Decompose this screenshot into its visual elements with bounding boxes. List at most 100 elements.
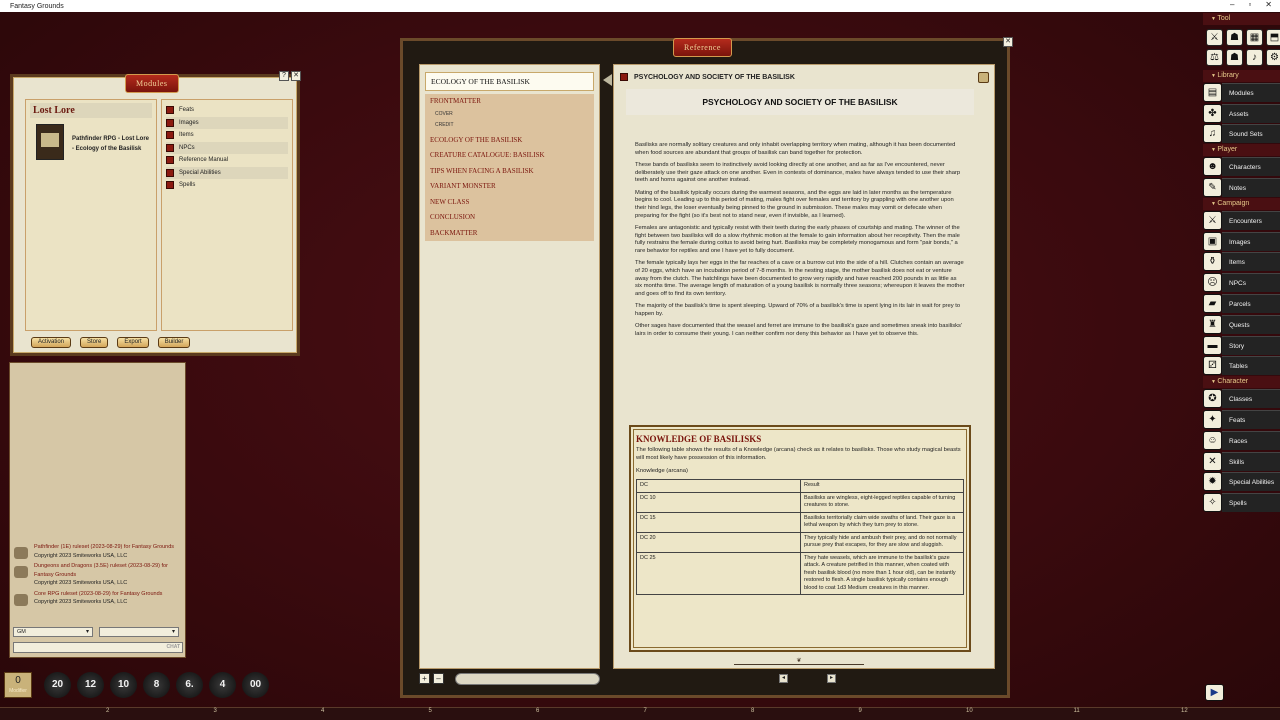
die-icon[interactable]: 00 — [242, 672, 269, 698]
mode-select[interactable] — [99, 627, 179, 637]
items-icon: ⚱ — [1203, 252, 1222, 271]
sidebar-item-feats[interactable]: ✦Feats — [1203, 409, 1280, 430]
play-icon[interactable]: ▶ — [1205, 684, 1224, 701]
sidebar-item-sound-sets[interactable]: ♫Sound Sets — [1203, 124, 1280, 145]
close-icon[interactable]: ✕ — [1003, 37, 1013, 47]
search-input[interactable] — [455, 673, 600, 685]
remove-button[interactable]: – — [433, 673, 444, 684]
sidebar-item-characters[interactable]: ☻Characters — [1203, 156, 1280, 177]
knowledge-box: KNOWLEDGE OF BASILISKS The following tab… — [629, 425, 971, 652]
module-content-item[interactable]: NPCs — [166, 142, 288, 155]
tool-icon[interactable]: ⬒ — [1266, 29, 1280, 46]
close-icon[interactable]: ✕ — [1265, 0, 1272, 9]
toc-item[interactable]: FRONTMATTER — [425, 94, 594, 110]
sidebar-item-modules[interactable]: ▤Modules — [1203, 82, 1280, 103]
table-cell-result: Basilisks are wingless, eight-legged rep… — [801, 492, 964, 512]
sidebar-item-story[interactable]: ▬Story — [1203, 335, 1280, 356]
sidebar-item-parcels[interactable]: ▰Parcels — [1203, 293, 1280, 314]
toc-item[interactable]: VARIANT MONSTER — [425, 179, 594, 195]
sidebar-item-classes[interactable]: ✪Classes — [1203, 388, 1280, 409]
sidebar-section-player[interactable]: Player — [1203, 144, 1280, 156]
die-icon[interactable]: 8 — [143, 672, 170, 698]
toc-selected-chapter[interactable]: Ecology of the Basilisk — [425, 72, 594, 91]
sidebar-item-quests[interactable]: ♜Quests — [1203, 314, 1280, 335]
chat-input[interactable]: CHAT — [13, 642, 183, 653]
prev-page-button[interactable]: ◂ — [779, 674, 788, 683]
tool-icon[interactable]: ⚙ — [1266, 49, 1280, 66]
chat-message-copyright: Copyright 2023 Smiteworks USA, LLC — [34, 598, 182, 607]
tables-icon: ⚂ — [1203, 356, 1222, 375]
sidebar-item-items[interactable]: ⚱Items — [1203, 252, 1280, 273]
sidebar-item-spells[interactable]: ✧Spells — [1203, 492, 1280, 513]
sidebar-item-tables[interactable]: ⚂Tables — [1203, 356, 1280, 377]
toc-item[interactable]: CONCLUSION — [425, 210, 594, 226]
toc-item[interactable]: ECOLOGY OF THE BASILISK — [425, 133, 594, 149]
tool-icon[interactable]: ▦ — [1246, 29, 1263, 46]
module-content-item[interactable]: Images — [166, 117, 288, 130]
die-icon[interactable]: 4 — [209, 672, 236, 698]
link-icon[interactable] — [978, 72, 989, 83]
sidebar-item-encounters[interactable]: ⚔Encounters — [1203, 210, 1280, 231]
sidebar-item-skills[interactable]: ✕Skills — [1203, 451, 1280, 472]
close-icon[interactable]: ✕ — [291, 71, 301, 81]
module-content-label: NPCs — [179, 145, 195, 151]
toc-item[interactable]: TIPS WHEN FACING A BASILISK — [425, 164, 594, 180]
body-paragraph: The majority of the basilisk's time is s… — [635, 303, 965, 318]
sidebar-section-tool[interactable]: Tool — [1203, 13, 1280, 25]
timeline-tick: 4 — [321, 708, 324, 714]
activation-button[interactable]: Activation — [31, 337, 71, 348]
module-content-label: Spells — [179, 182, 195, 188]
builder-button[interactable]: Builder — [158, 337, 191, 348]
next-page-button[interactable]: ▸ — [827, 674, 836, 683]
sidebar-section-campaign[interactable]: Campaign — [1203, 198, 1280, 210]
store-button[interactable]: Store — [80, 337, 108, 348]
tool-icon[interactable]: ☗ — [1226, 49, 1243, 66]
toc-item[interactable]: BACKMATTER — [425, 226, 594, 242]
die-icon[interactable]: 12 — [77, 672, 104, 698]
sidebar-item-notes[interactable]: ✎Notes — [1203, 177, 1280, 198]
timeline-bar[interactable]: 23456789101112 — [0, 707, 1280, 720]
module-content-item[interactable]: Special Abilities — [166, 167, 288, 180]
module-cover-image[interactable] — [36, 124, 64, 160]
body-paragraph: Mating of the basilisk typically occurs … — [635, 190, 965, 221]
characters-icon: ☻ — [1203, 157, 1222, 176]
die-icon[interactable]: 10 — [110, 672, 137, 698]
sidebar-section-library[interactable]: Library — [1203, 70, 1280, 82]
tool-icon[interactable]: ☗ — [1226, 29, 1243, 46]
die-icon[interactable]: 20 — [44, 672, 71, 698]
toc-subitem[interactable]: COVER — [425, 110, 594, 122]
minimize-icon[interactable]: – — [1230, 0, 1234, 9]
toc-item[interactable]: CREATURE CATALOGUE: BASILISK — [425, 148, 594, 164]
module-name[interactable]: Pathfinder RPG - Lost Lore - Ecology of … — [72, 134, 152, 154]
help-icon[interactable]: ? — [279, 71, 289, 81]
collapse-toc-icon[interactable] — [603, 74, 612, 86]
speaker-select[interactable]: GM — [13, 627, 93, 637]
add-button[interactable]: + — [419, 673, 430, 684]
sidebar-item-images[interactable]: ▣Images — [1203, 231, 1280, 252]
page-heading: PSYCHOLOGY AND SOCIETY OF THE BASILISK — [634, 74, 795, 81]
modifier-box[interactable]: 0 Modifier — [4, 672, 32, 698]
module-content-item[interactable]: Spells — [166, 179, 288, 192]
toc-list: FRONTMATTERCOVERCREDITECOLOGY OF THE BAS… — [420, 94, 599, 241]
sidebar-item-assets[interactable]: ✤Assets — [1203, 103, 1280, 124]
sidebar-item-races[interactable]: ☺Races — [1203, 430, 1280, 451]
export-button[interactable]: Export — [117, 337, 148, 348]
toc-subitem[interactable]: CREDIT — [425, 121, 594, 133]
toc-item[interactable]: NEW CLASS — [425, 195, 594, 211]
die-icon[interactable]: 6. — [176, 672, 203, 698]
timeline-tick: 2 — [106, 708, 109, 714]
module-content-item[interactable]: Items — [166, 129, 288, 142]
window-controls: – ▫ ✕ — [1230, 0, 1272, 9]
sidebar-section-character[interactable]: Character — [1203, 376, 1280, 388]
sidebar-item-npcs[interactable]: ☹NPCs — [1203, 272, 1280, 293]
maximize-icon[interactable]: ▫ — [1248, 0, 1251, 9]
tool-icon[interactable]: ⚔ — [1206, 29, 1223, 46]
module-content-item[interactable]: Feats — [166, 104, 288, 117]
sidebar-item-special-abilities[interactable]: ✹Special Abilities — [1203, 472, 1280, 493]
tool-icon[interactable]: ♪ — [1246, 49, 1263, 66]
ornament-divider: ❦ — [734, 657, 864, 665]
tool-icon[interactable]: ⚖ — [1206, 49, 1223, 66]
modules-window-title: Modules — [125, 74, 179, 93]
module-content-item[interactable]: Reference Manual — [166, 154, 288, 167]
chat-message: Core RPG ruleset (2023-08-29) for Fantas… — [14, 590, 182, 607]
